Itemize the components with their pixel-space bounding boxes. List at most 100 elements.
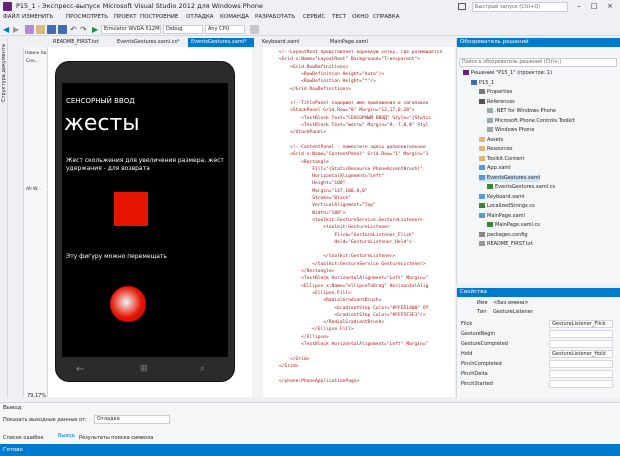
close-button[interactable]: × xyxy=(603,1,617,11)
menu-window[interactable]: ОКНО xyxy=(352,14,369,20)
redo-icon[interactable]: ↷ xyxy=(80,25,89,34)
undo-icon[interactable]: ↶ xyxy=(70,25,79,34)
tree-item-label: Toolkit.Content xyxy=(487,155,525,162)
property-value[interactable] xyxy=(549,340,613,348)
tree-item[interactable]: App.xaml xyxy=(479,165,511,172)
tree-item-label: .NET for Windows Phone xyxy=(495,108,556,114)
drag-ellipse[interactable] xyxy=(110,286,146,322)
platform-dropdown[interactable]: Any CPU xyxy=(205,25,245,34)
tab-keyboard-xaml[interactable]: Keyboard.xaml xyxy=(259,38,309,47)
outline-item[interactable]: Con... xyxy=(26,59,39,64)
menu-tools[interactable]: СЕРВИС xyxy=(303,14,325,20)
tree-item[interactable]: Toolkit.Content xyxy=(479,155,525,163)
tree-item[interactable]: EventsGestures.xaml xyxy=(479,174,541,182)
property-value[interactable] xyxy=(549,380,613,388)
notifications-icon[interactable] xyxy=(458,3,466,10)
menu-debug[interactable]: ОТЛАДКА xyxy=(186,14,214,20)
tree-item[interactable]: Microsoft.Phone.Controls.Toolkit xyxy=(487,117,575,125)
menu-view[interactable]: ПРОСМОТРЕТЬ xyxy=(66,14,108,20)
menu-develop[interactable]: РАЗРАБОТАТЬ xyxy=(255,14,295,20)
tab-output[interactable]: Вывод xyxy=(58,433,75,439)
tree-item[interactable]: P15_1 xyxy=(471,79,495,87)
toolbar-extra-icon[interactable] xyxy=(250,25,259,34)
quick-launch-input[interactable]: Быстрый запуск (Ctrl+Q) xyxy=(472,2,568,12)
type-label: Тип xyxy=(477,309,487,315)
tree-item[interactable]: Resources xyxy=(479,146,513,153)
maximize-button[interactable]: □ xyxy=(587,1,601,11)
minimize-button[interactable]: – xyxy=(572,1,586,11)
config-dropdown[interactable]: Debug xyxy=(163,25,203,34)
tree-item[interactable]: EventsGestures.xaml.cs xyxy=(487,184,555,191)
property-value[interactable]: GestureListener_Hold xyxy=(549,350,613,358)
solution-icon xyxy=(463,70,469,75)
run-target-dropdown[interactable]: Emulator WVGA 512MB(RU) xyxy=(101,25,161,34)
menu-build[interactable]: ПОСТРОЕНИЕ xyxy=(140,14,179,20)
tab-readme[interactable]: README_FIRST.txt xyxy=(50,38,104,47)
phone-screen[interactable]: СЕНСОРНЫЙ ВВОД жесты Жест скольжения для… xyxy=(62,83,228,357)
tree-item[interactable]: MainPage.xaml xyxy=(479,212,525,220)
tree-item[interactable]: MainPage.xaml.cs xyxy=(487,222,540,229)
tab-events-cs[interactable]: EventsGestures.xaml.cs* xyxy=(114,38,180,47)
forward-icon[interactable]: ▶ xyxy=(13,25,22,34)
code-line: Stroke="Black" xyxy=(279,196,351,201)
tree-item[interactable]: References xyxy=(479,98,515,106)
tab-symbol-results[interactable]: Результаты поиска символа xyxy=(79,435,153,441)
library-icon xyxy=(487,108,493,113)
cs-icon xyxy=(487,184,493,189)
save-icon[interactable] xyxy=(47,25,56,34)
new-project-icon[interactable] xyxy=(25,25,34,34)
tree-item-label: App.xaml xyxy=(487,165,511,171)
phone-search-icon: ⌕ xyxy=(200,364,206,374)
tree-item[interactable]: Windows Phone xyxy=(487,127,534,134)
xaml-icon xyxy=(479,193,485,199)
menu-file[interactable]: ФАЙЛ xyxy=(3,14,20,20)
property-name: Flick xyxy=(461,321,473,327)
menu-help[interactable]: СПРАВКА xyxy=(373,14,400,20)
property-value[interactable] xyxy=(549,330,613,338)
solution-search-input[interactable]: Поиск в обозреватель решений (Ctrl+;) xyxy=(459,58,617,67)
save-all-icon[interactable] xyxy=(58,25,67,34)
outline-item[interactable]: All W... xyxy=(26,187,41,192)
accent-rectangle[interactable] xyxy=(113,191,149,227)
tab-events-xaml[interactable]: EventsGestures.xaml* xyxy=(188,38,254,47)
tree-item[interactable]: LocalizedStrings.cs xyxy=(479,203,535,210)
zoom-level[interactable]: 79,17% xyxy=(27,393,46,399)
tree-item-label: Resources xyxy=(487,146,513,152)
tree-item[interactable]: Properties xyxy=(479,89,512,96)
run-icon[interactable]: ▶ xyxy=(92,25,101,34)
property-value[interactable] xyxy=(549,370,613,378)
project-icon xyxy=(471,79,477,85)
code-line: </toolkit:GestureService.GestureListener… xyxy=(279,261,426,267)
code-line: <TextBlock HorizontalAlignment="Left" Ma… xyxy=(279,276,429,282)
tree-item[interactable]: README_FIRST.txt xyxy=(479,241,533,248)
outline-search[interactable]: Поиск по... xyxy=(25,51,47,56)
menu-test[interactable]: ТЕСТ xyxy=(332,14,346,20)
tree-item[interactable]: Assets xyxy=(479,136,503,144)
tab-error-list[interactable]: Список ошибок xyxy=(3,435,43,441)
property-value[interactable]: GestureListener_Flick xyxy=(549,320,613,328)
code-line: <Grid x:Name="ContentPanel" Grid.Row="1"… xyxy=(279,152,429,158)
drag-hint-text: Эту фигуру можно перемещать xyxy=(66,253,167,260)
menu-project[interactable]: ПРОЕКТ xyxy=(114,14,137,20)
property-row: Flick GestureListener_Flick xyxy=(459,320,617,329)
tree-item[interactable]: Keyboard.xaml xyxy=(479,193,525,201)
tree-item-label: Keyboard.xaml xyxy=(487,193,525,200)
code-line: <TextBlock Text="СЕНСОРНЫЙ ВВОД" Style="… xyxy=(279,115,432,121)
library-icon xyxy=(487,117,493,123)
tree-item[interactable]: packages.config xyxy=(479,231,528,239)
menu-team[interactable]: КОМАНДА xyxy=(220,14,249,20)
tree-item[interactable]: Решение "P15_1" (проектов: 1) xyxy=(463,70,552,77)
open-icon[interactable] xyxy=(36,25,45,34)
output-source-dropdown[interactable]: Отладка xyxy=(94,415,170,424)
folder-icon xyxy=(479,136,485,142)
menu-edit[interactable]: ИЗМЕНИТЬ xyxy=(22,14,53,20)
tree-item[interactable]: .NET for Windows Phone xyxy=(487,108,556,115)
property-name: GestureBegin xyxy=(461,331,495,337)
document-outline-tab[interactable]: Структура документа xyxy=(1,44,7,102)
tab-mainpage-xaml[interactable]: MainPage.xaml xyxy=(327,38,381,47)
xaml-editor[interactable]: <!--LayoutRoot представляет корневую сет… xyxy=(253,47,455,397)
tree-item-label: P15_1 xyxy=(479,79,495,86)
name-value[interactable]: <Без имени> xyxy=(493,300,529,306)
back-icon[interactable]: ◀ xyxy=(3,25,12,34)
property-value[interactable] xyxy=(549,360,613,368)
